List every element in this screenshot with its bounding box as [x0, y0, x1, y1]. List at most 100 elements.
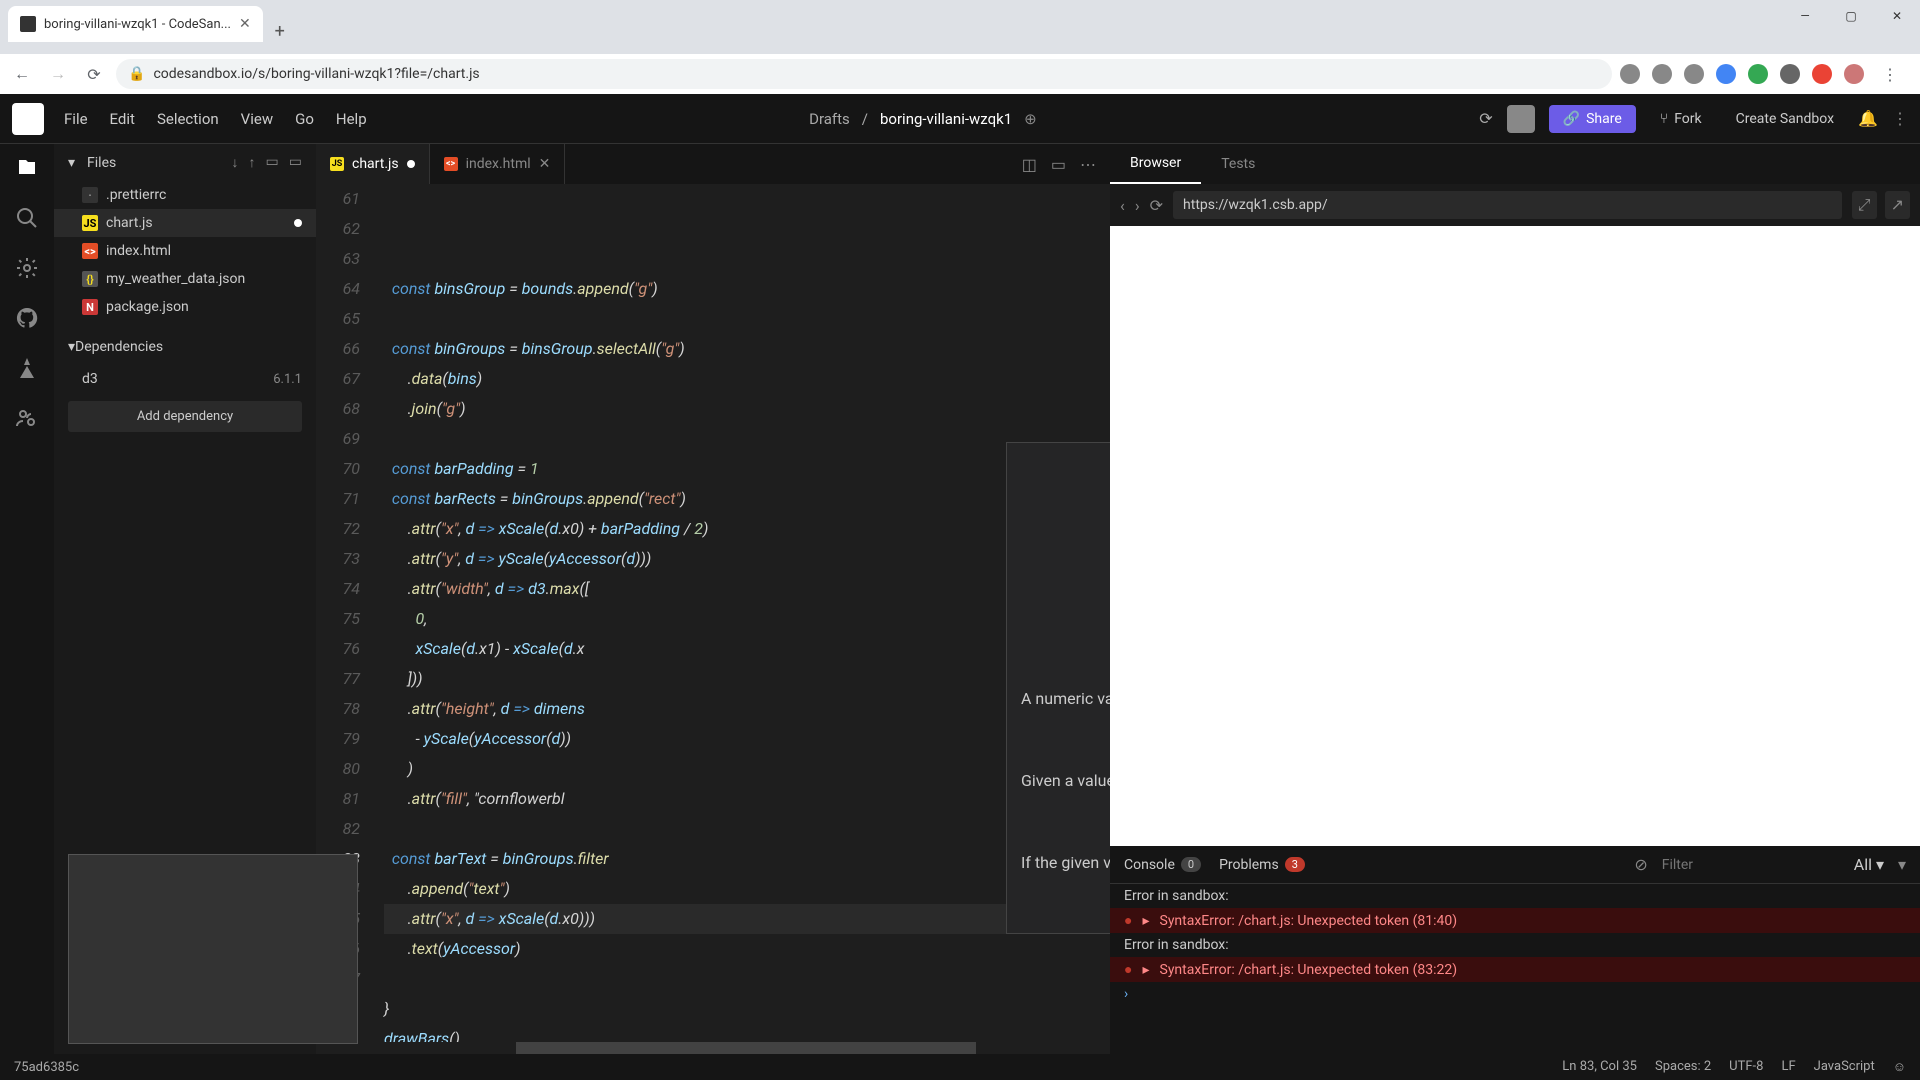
tab-close-icon[interactable]: ✕	[239, 16, 251, 32]
code-line[interactable]: const barRects = binGroups.append("rect"…	[384, 484, 1110, 514]
extension-icon[interactable]	[1780, 64, 1800, 84]
code-line[interactable]: drawBars()	[384, 1024, 1110, 1042]
clear-console-icon[interactable]: ⊘	[1634, 855, 1647, 874]
profile-avatar[interactable]	[1844, 64, 1864, 84]
layout-icon[interactable]: ▭	[1051, 155, 1066, 174]
problems-tab[interactable]: Problems 3	[1219, 857, 1305, 873]
panel-tab-browser[interactable]: Browser	[1110, 144, 1201, 184]
code-line[interactable]: const binsGroup = bounds.append("g")	[384, 274, 1110, 304]
expand-icon[interactable]: ▸	[1142, 962, 1149, 978]
settings-icon[interactable]	[15, 256, 39, 280]
breadcrumb-name[interactable]: boring-villani-wzqk1	[880, 110, 1012, 128]
file-item[interactable]: ·.prettierrc	[54, 181, 316, 209]
github-icon[interactable]	[15, 306, 39, 330]
status-position[interactable]: Ln 83, Col 35	[1562, 1059, 1637, 1075]
menu-go[interactable]: Go	[295, 110, 314, 128]
create-sandbox-button[interactable]: Create Sandbox	[1726, 105, 1844, 133]
explorer-icon[interactable]	[15, 156, 39, 180]
live-icon[interactable]	[15, 406, 39, 430]
share-button[interactable]: 🔗 Share	[1549, 105, 1636, 133]
status-encoding[interactable]: UTF-8	[1729, 1059, 1763, 1075]
status-feedback-icon[interactable]: ☺	[1893, 1059, 1906, 1075]
user-avatar[interactable]	[1507, 105, 1535, 133]
code-line[interactable]: 0,	[384, 604, 1110, 634]
download-icon[interactable]: ↓	[232, 154, 239, 171]
extension-icon[interactable]	[1748, 64, 1768, 84]
status-language[interactable]: JavaScript	[1814, 1059, 1875, 1075]
code-line[interactable]: }	[384, 994, 1110, 1024]
preview-url-input[interactable]: https://wzqk1.csb.app/	[1173, 191, 1842, 219]
editor-tab[interactable]: JSchart.js	[316, 144, 430, 184]
code-line[interactable]	[384, 244, 1110, 274]
preview-expand-icon[interactable]: ⤢	[1852, 191, 1877, 219]
code-line[interactable]	[384, 964, 1110, 994]
deps-header[interactable]: ▾ Dependencies	[54, 329, 316, 365]
nav-back-icon[interactable]: ←	[8, 60, 36, 88]
status-commit[interactable]: 75ad6385c	[14, 1060, 79, 1075]
menu-file[interactable]: File	[64, 110, 88, 128]
webcam-overlay[interactable]	[68, 854, 358, 1044]
app-menu-icon[interactable]: ⋮	[1892, 109, 1908, 128]
file-item[interactable]: <>index.html	[54, 237, 316, 265]
file-item[interactable]: {}my_weather_data.json	[54, 265, 316, 293]
window-close[interactable]: ✕	[1874, 0, 1920, 32]
preview-reload-icon[interactable]: ⟳	[1150, 196, 1163, 215]
preview-back-icon[interactable]: ‹	[1120, 196, 1125, 215]
code-line[interactable]: .text(yAccessor)	[384, 934, 1110, 964]
extension-icon[interactable]	[1716, 64, 1736, 84]
horizontal-scrollbar[interactable]	[316, 1042, 1110, 1054]
panel-tab-tests[interactable]: Tests	[1201, 144, 1275, 184]
browser-tab[interactable]: boring-villani-wzqk1 - CodeSan... ✕	[8, 6, 263, 42]
new-folder-icon[interactable]: ▭	[266, 154, 279, 171]
code-line[interactable]: .join("g")	[384, 394, 1110, 424]
code-line[interactable]: ]))	[384, 664, 1110, 694]
file-item[interactable]: JSchart.js	[54, 209, 316, 237]
extension-icon[interactable]	[1684, 64, 1704, 84]
menu-edit[interactable]: Edit	[110, 110, 135, 128]
code-line[interactable]: - yScale(yAccessor(d))	[384, 724, 1110, 754]
status-spaces[interactable]: Spaces: 2	[1655, 1059, 1711, 1075]
console-collapse-icon[interactable]: ▾	[1898, 855, 1906, 874]
fork-button[interactable]: ⑂ Fork	[1650, 105, 1712, 133]
add-dependency-button[interactable]: Add dependency	[68, 401, 302, 432]
code-line[interactable]	[384, 814, 1110, 844]
reload-icon[interactable]: ⟳	[1479, 109, 1492, 128]
code-line[interactable]: .attr("x", d => xScale(d.x0)))	[384, 904, 1110, 934]
code-line[interactable]	[384, 424, 1110, 454]
status-eol[interactable]: LF	[1781, 1059, 1795, 1075]
code-line[interactable]: )	[384, 754, 1110, 784]
files-header[interactable]: ▾ Files ↓ ↑ ▭ ▭	[54, 144, 316, 181]
console-level-dropdown[interactable]: All ▾	[1854, 855, 1884, 874]
new-file-icon[interactable]: ▭	[289, 154, 302, 171]
window-maximize[interactable]: ▢	[1828, 0, 1874, 32]
upload-icon[interactable]: ↑	[249, 154, 256, 171]
expand-icon[interactable]: ▸	[1142, 913, 1149, 929]
code-line[interactable]: const binGroups = binsGroup.selectAll("g…	[384, 334, 1110, 364]
code-line[interactable]: .attr("x", d => xScale(d.x0) + barPaddin…	[384, 514, 1110, 544]
code-line[interactable]: .append("text")	[384, 874, 1110, 904]
nav-reload-icon[interactable]: ⟳	[80, 60, 108, 88]
editor-tab[interactable]: <>index.html✕	[430, 144, 566, 184]
code-line[interactable]: .data(bins)	[384, 364, 1110, 394]
code-line[interactable]: const barText = binGroups.filter	[384, 844, 1110, 874]
menu-help[interactable]: Help	[336, 110, 367, 128]
app-logo[interactable]	[12, 103, 44, 135]
scrollbar-thumb[interactable]	[516, 1042, 976, 1054]
dependency-item[interactable]: d36.1.1	[54, 365, 316, 393]
browser-menu-icon[interactable]: ⋮	[1876, 60, 1904, 88]
console-prompt[interactable]: ›	[1110, 982, 1920, 1006]
menu-selection[interactable]: Selection	[157, 110, 219, 128]
menu-view[interactable]: View	[241, 110, 273, 128]
search-icon[interactable]	[15, 206, 39, 230]
console-tab[interactable]: Console 0	[1124, 857, 1201, 873]
tab-close-icon[interactable]: ✕	[539, 156, 551, 172]
more-icon[interactable]: ⋯	[1080, 155, 1096, 174]
extension-icon[interactable]	[1652, 64, 1672, 84]
preview-new-window-icon[interactable]: ↗	[1885, 191, 1910, 219]
notification-icon[interactable]: 🔔	[1858, 109, 1878, 128]
window-minimize[interactable]: —	[1782, 0, 1828, 32]
code-line[interactable]: .attr("width", d => d3.max([	[384, 574, 1110, 604]
code-line[interactable]: .attr("height", d => dimens	[384, 694, 1110, 724]
new-tab-button[interactable]: +	[263, 21, 297, 42]
url-input[interactable]: 🔒 codesandbox.io/s/boring-villani-wzqk1?…	[116, 59, 1612, 89]
